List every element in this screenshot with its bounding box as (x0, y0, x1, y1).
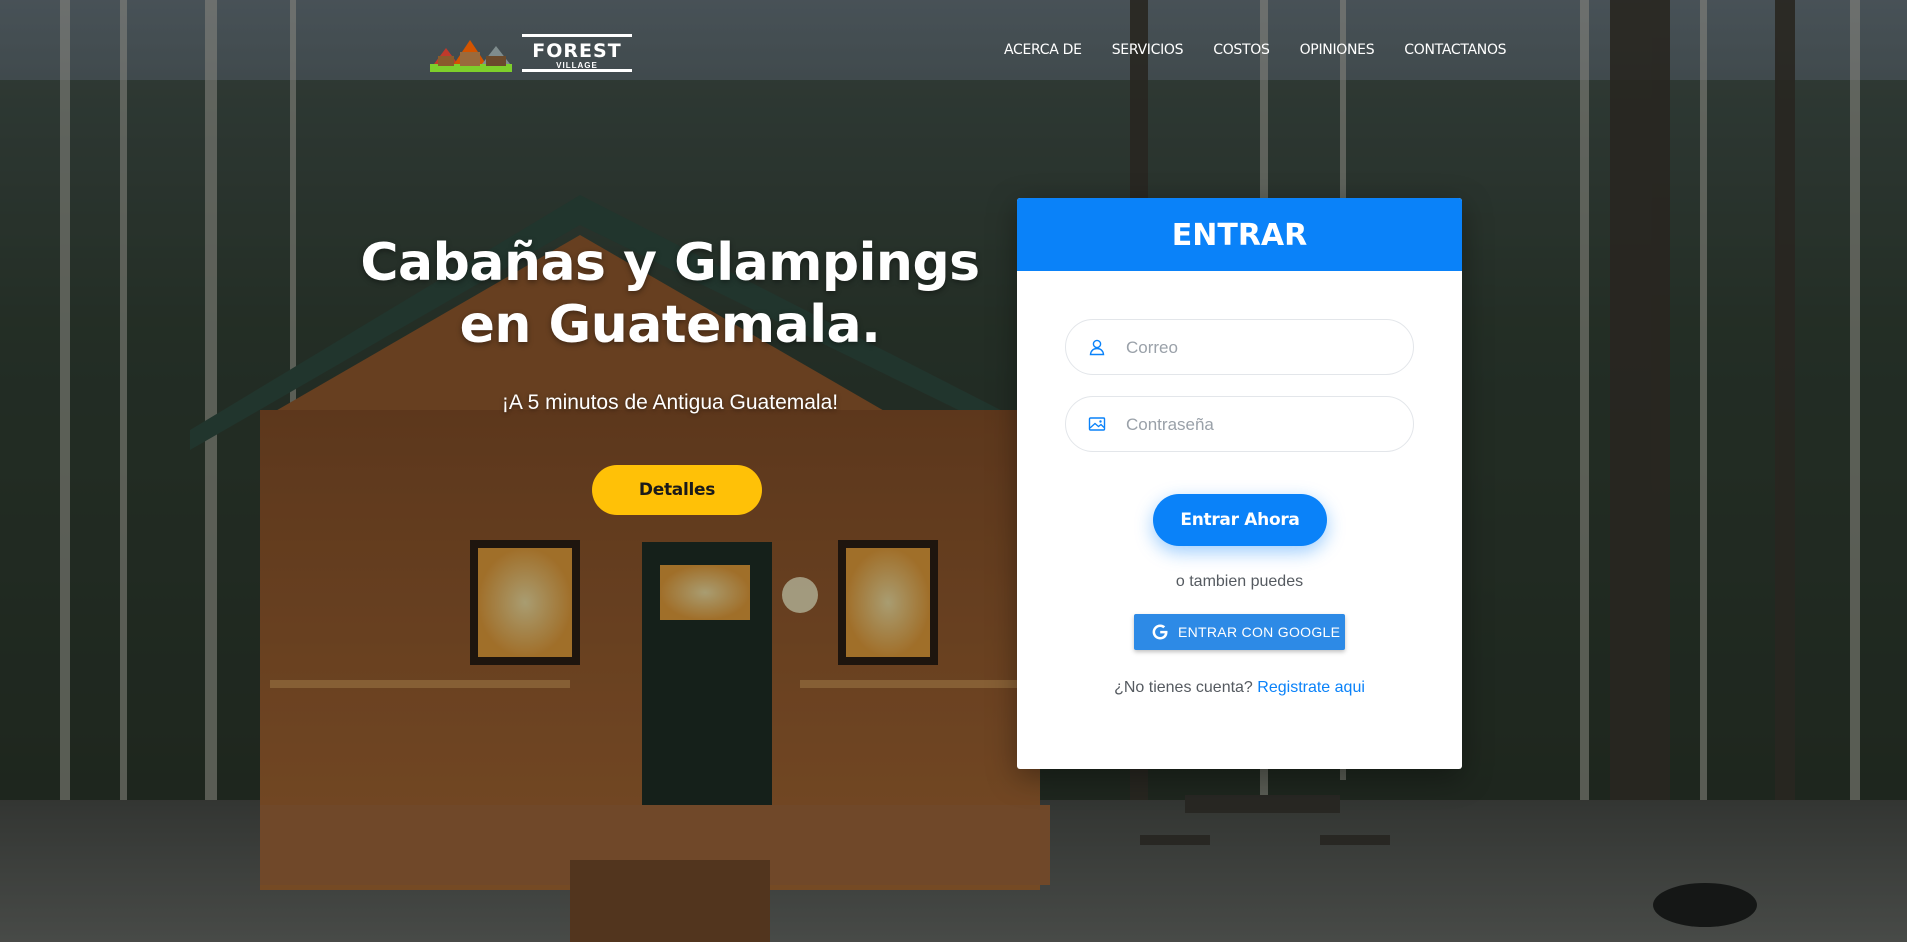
password-field[interactable] (1065, 396, 1414, 452)
hero-subtitle: ¡A 5 minutos de Antigua Guatemala! (501, 391, 839, 414)
google-login-button[interactable]: ENTRAR CON GOOGLE (1134, 614, 1345, 650)
nav-link-acerca[interactable]: ACERCA DE (1004, 42, 1082, 58)
logo-word-forest: FOREST (532, 40, 622, 62)
nav-link-costos[interactable]: COSTOS (1213, 42, 1270, 58)
nav-link-servicios[interactable]: SERVICIOS (1112, 42, 1184, 58)
alternative-text: o tambien puedes (1175, 573, 1304, 590)
password-input[interactable] (1124, 407, 1398, 443)
google-g-icon (1152, 624, 1168, 640)
nav-link-contactanos[interactable]: CONTACTANOS (1404, 42, 1506, 58)
nav-links: ACERCA DE SERVICIOS COSTOS OPINIONES CON… (1004, 42, 1536, 58)
logo[interactable]: FOREST VILLAGE (430, 32, 635, 74)
background-overlay (0, 0, 1907, 942)
login-card: ENTRAR Entrar Ahora o tambien puedes ENT… (1017, 198, 1462, 769)
nav-link-opiniones[interactable]: OPINIONES (1300, 42, 1375, 58)
email-input[interactable] (1124, 330, 1398, 366)
signup-prompt: ¿No tienes cuenta? (1114, 679, 1253, 696)
logo-houses-icon (430, 40, 512, 72)
signup-line: ¿No tienes cuenta? Registrate aqui (1017, 679, 1462, 697)
google-login-label: ENTRAR CON GOOGLE (1178, 624, 1341, 640)
logo-wordmark: FOREST VILLAGE (522, 34, 632, 72)
signup-link[interactable]: Registrate aqui (1257, 679, 1365, 696)
user-icon (1089, 339, 1105, 356)
logo-word-village: VILLAGE (556, 61, 598, 70)
hero-title: Cabañas y Glampings en Guatemala. (360, 233, 980, 355)
navbar: FOREST VILLAGE ACERCA DE SERVICIOS COSTO… (0, 0, 1907, 105)
image-icon (1088, 417, 1106, 431)
login-submit-button[interactable]: Entrar Ahora (1153, 494, 1327, 546)
details-button[interactable]: Detalles (592, 465, 762, 515)
login-header: ENTRAR (1017, 198, 1462, 271)
email-field[interactable] (1065, 319, 1414, 375)
page: FOREST VILLAGE ACERCA DE SERVICIOS COSTO… (0, 0, 1907, 942)
